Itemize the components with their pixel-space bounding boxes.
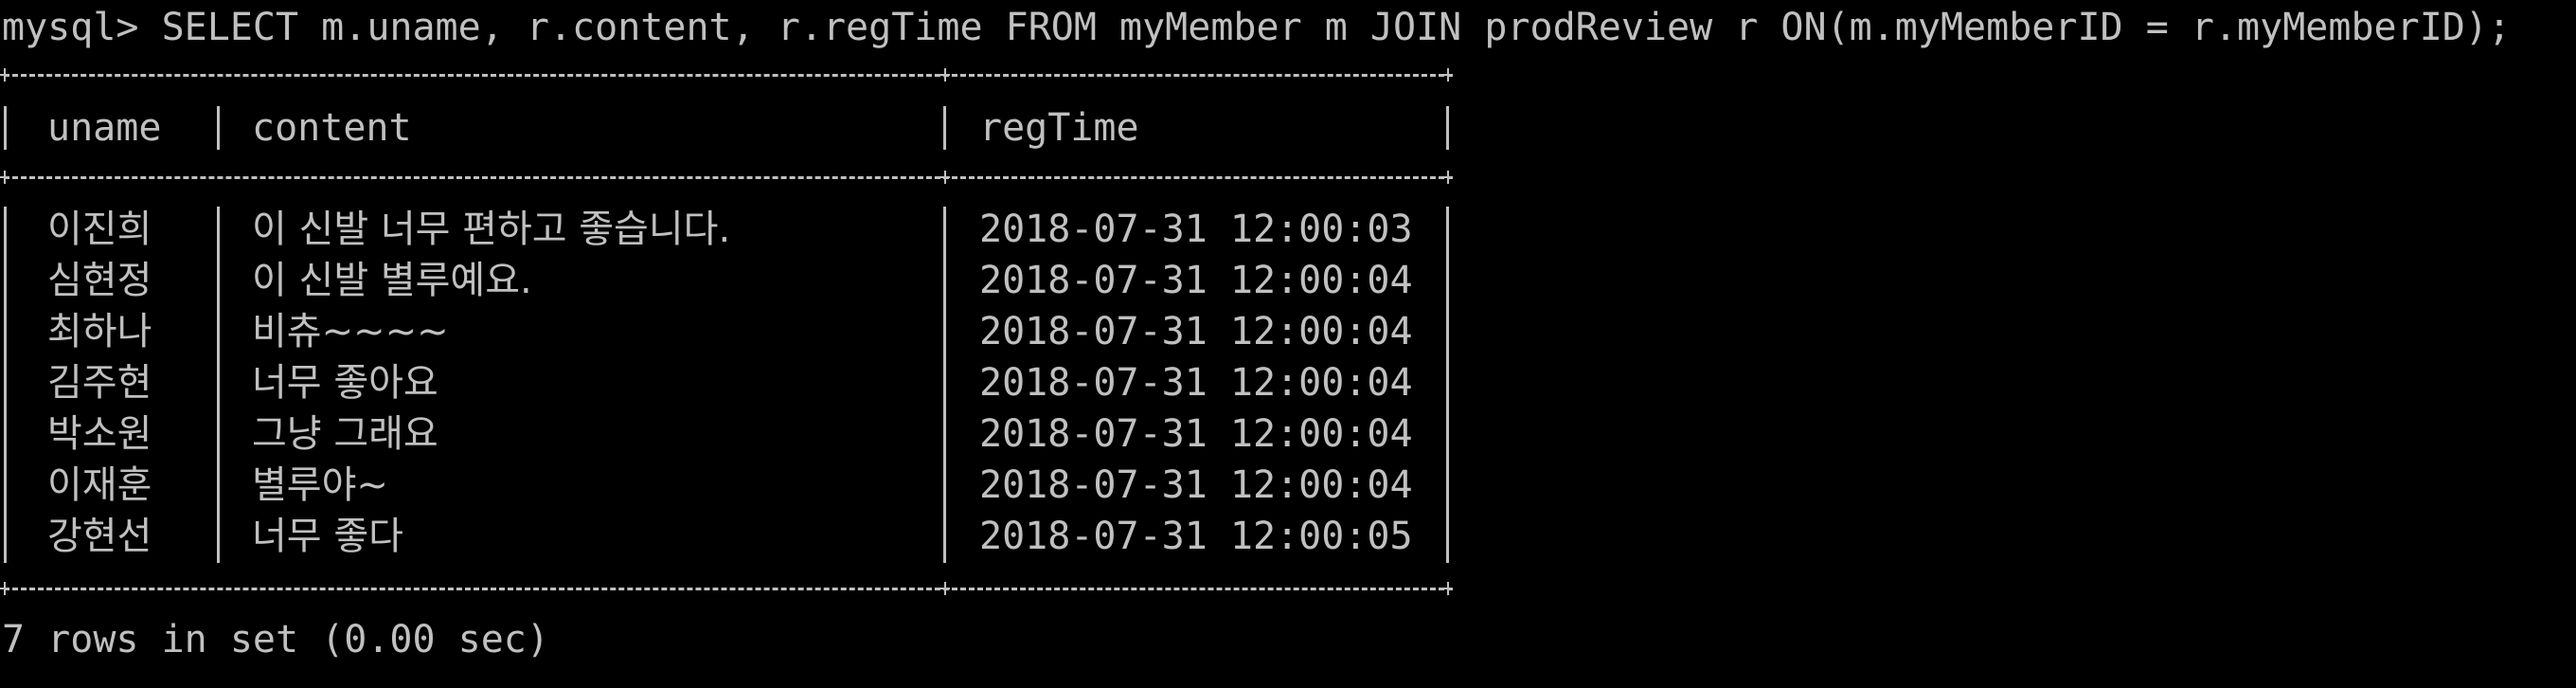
table-border-header bbox=[4, 176, 1453, 179]
terminal-window[interactable]: mysql> SELECT m.uname, r.content, r.regT… bbox=[0, 0, 2576, 688]
table-border-left bbox=[4, 106, 7, 150]
table-row-uname: 김주현 bbox=[47, 361, 152, 405]
column-header-uname: uname bbox=[47, 106, 162, 150]
border-corner bbox=[0, 68, 9, 81]
border-junction bbox=[1443, 582, 1453, 595]
column-header-content: content bbox=[252, 106, 412, 150]
table-border-right bbox=[1446, 106, 1449, 150]
table-border-divider bbox=[943, 207, 946, 563]
table-border-divider bbox=[217, 207, 220, 563]
table-border-bottom bbox=[4, 588, 1453, 590]
table-row-regtime: 2018-07-31 12:00:04 bbox=[979, 463, 1413, 507]
border-junction bbox=[940, 582, 950, 595]
table-border-divider bbox=[943, 106, 946, 150]
border-junction bbox=[940, 68, 950, 81]
table-row-uname: 이재훈 bbox=[47, 463, 152, 507]
table-border-left bbox=[4, 207, 7, 563]
table-row-content: 이 신발 별루예요. bbox=[252, 259, 532, 302]
border-junction bbox=[1443, 68, 1453, 81]
table-row-regtime: 2018-07-31 12:00:04 bbox=[979, 412, 1413, 456]
table-row-content: 비츄~~~~ bbox=[252, 310, 449, 353]
table-row-content: 별루야~ bbox=[252, 463, 388, 507]
table-border-right bbox=[1446, 207, 1449, 563]
column-header-regtime: regTime bbox=[979, 106, 1139, 150]
table-row-content: 너무 좋다 bbox=[252, 515, 403, 558]
command-line: mysql> SELECT m.uname, r.content, r.regT… bbox=[2, 6, 2512, 49]
table-border-top bbox=[4, 74, 1453, 77]
table-row-uname: 최하나 bbox=[47, 310, 152, 353]
table-row-regtime: 2018-07-31 12:00:04 bbox=[979, 361, 1413, 405]
table-row-regtime: 2018-07-31 12:00:04 bbox=[979, 310, 1413, 353]
table-border-divider bbox=[217, 106, 220, 150]
border-junction bbox=[1443, 171, 1453, 184]
query-summary: 7 rows in set (0.00 sec) bbox=[2, 618, 549, 661]
table-row-regtime: 2018-07-31 12:00:04 bbox=[979, 259, 1413, 302]
table-row-uname: 박소원 bbox=[47, 412, 152, 456]
table-row-uname: 심현정 bbox=[47, 259, 152, 302]
border-corner bbox=[0, 171, 9, 184]
table-row-content: 너무 좋아요 bbox=[252, 361, 438, 405]
table-row-content: 이 신발 너무 편하고 좋습니다. bbox=[252, 208, 731, 251]
border-corner bbox=[0, 582, 9, 595]
table-row-uname: 이진희 bbox=[47, 208, 152, 251]
table-row-regtime: 2018-07-31 12:00:03 bbox=[979, 208, 1413, 251]
table-row-regtime: 2018-07-31 12:00:05 bbox=[979, 515, 1413, 558]
border-junction bbox=[940, 171, 950, 184]
table-row-uname: 강현선 bbox=[47, 515, 152, 558]
table-row-content: 그냥 그래요 bbox=[252, 412, 438, 456]
